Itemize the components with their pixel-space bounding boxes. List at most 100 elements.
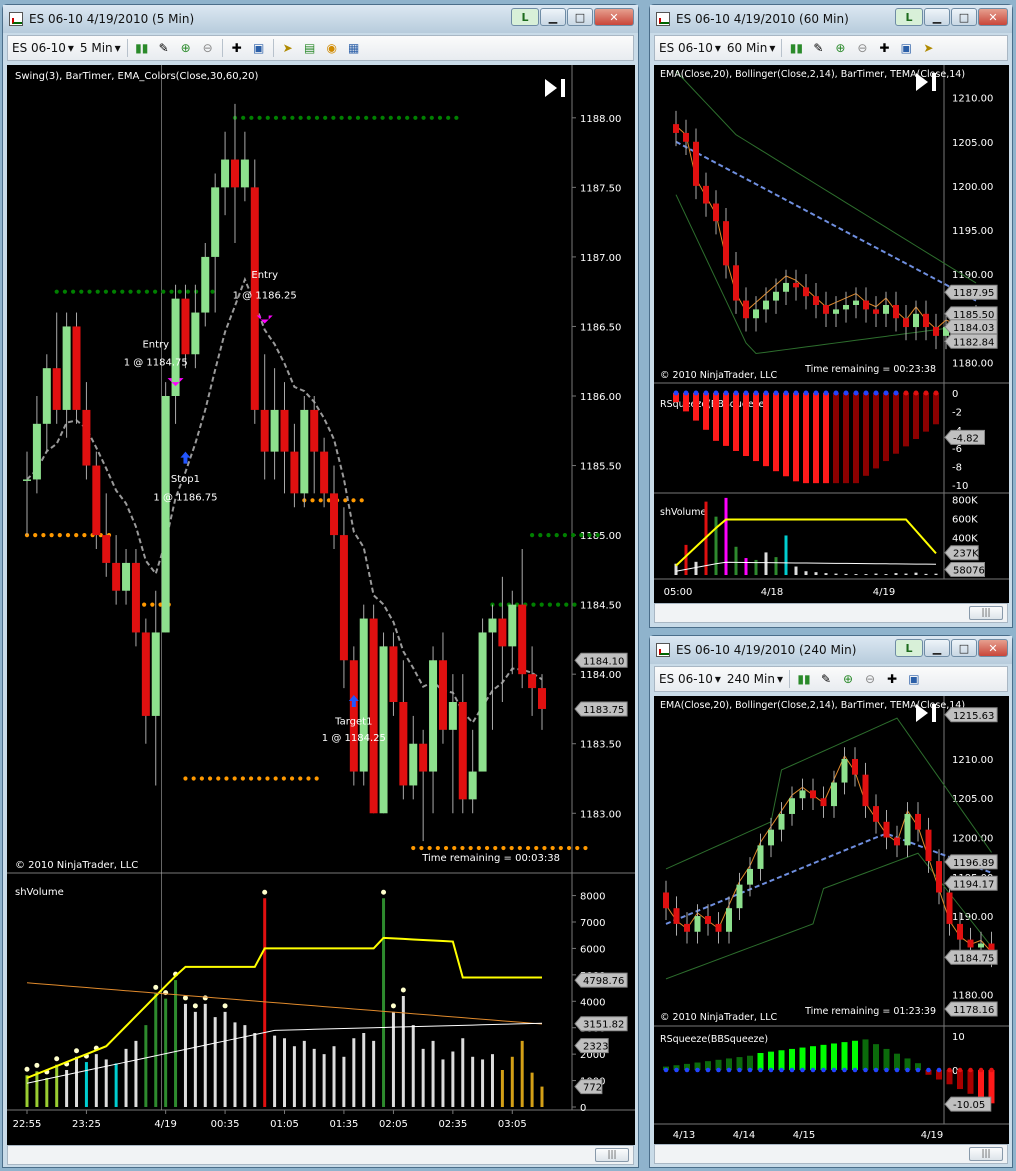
scrollbar-thumb[interactable]: |||	[595, 1148, 629, 1162]
chart-window-60min: ES 06-10 4/19/2010 (60 Min) L ▁ □ ✕ ES 0…	[649, 4, 1013, 628]
minimize-icon[interactable]: ▁	[924, 8, 950, 26]
time-remaining-label: Time remaining = 01:23:39	[804, 1006, 936, 1017]
title-bar[interactable]: ES 06-10 4/19/2010 (5 Min) L ▁ □ ✕	[3, 5, 638, 33]
indicator-icon[interactable]: ▤	[302, 40, 318, 56]
zoom-in-icon[interactable]: ⊕	[832, 40, 848, 56]
price-tag: 1184.75	[944, 949, 998, 965]
minimize-icon[interactable]: ▁	[540, 8, 566, 26]
scrollbar-thumb[interactable]: |||	[969, 1147, 1003, 1161]
x-tick-label: 00:35	[211, 1119, 240, 1130]
crosshair-icon[interactable]: ✚	[884, 671, 900, 687]
candle-body	[915, 813, 921, 830]
swing-dot	[538, 532, 543, 538]
interval-selector[interactable]: 240 Min ▾	[727, 672, 783, 686]
bar-style-icon[interactable]: ▮▮	[788, 40, 804, 56]
candle-body	[191, 312, 200, 355]
volume-spike-dot	[390, 1003, 396, 1009]
swing-dot	[103, 289, 109, 294]
link-button[interactable]: L	[895, 8, 923, 26]
candle-body	[743, 300, 749, 319]
properties-icon[interactable]: ▣	[906, 671, 922, 687]
orders-icon[interactable]: ◉	[324, 40, 340, 56]
maximize-icon[interactable]: □	[951, 639, 977, 657]
instrument-selector[interactable]: ES 06-10 ▾	[659, 41, 721, 55]
maximize-icon[interactable]: □	[567, 8, 593, 26]
price-squeeze-volume-chart[interactable]: 1210.001205.001200.001195.001190.001185.…	[654, 65, 1009, 603]
candle-body	[72, 326, 81, 410]
candle-body	[684, 923, 690, 932]
price-squeeze-chart[interactable]: 1210.001205.001200.001195.001190.001185.…	[654, 696, 1009, 1144]
chart-canvas[interactable]: 1188.00 1187.50 1187.00 1186.50 1186.00 1185.…	[7, 65, 635, 1145]
price-tag-text: 1196.89	[953, 858, 994, 869]
crosshair-icon[interactable]: ✚	[229, 40, 245, 56]
price-tag: 1194.17	[944, 875, 998, 891]
candle-body	[161, 396, 170, 633]
zoom-out-icon[interactable]: ⊖	[200, 40, 216, 56]
volume-tick-label: 4000	[580, 997, 605, 1008]
squeeze-tick-label: -6	[952, 444, 962, 455]
title-bar[interactable]: ES 06-10 4/19/2010 (240 Min) L ▁ □ ✕	[650, 636, 1012, 664]
swing-dot	[562, 532, 567, 538]
swing-dot	[120, 289, 125, 294]
price-tag-text: 1215.63	[953, 711, 994, 722]
squeeze-dot	[873, 390, 879, 396]
swing-dot	[427, 845, 432, 851]
squeeze-dot	[763, 390, 769, 396]
candle-body	[703, 185, 709, 204]
bar-style-icon[interactable]: ▮▮	[134, 40, 150, 56]
instrument-selector[interactable]: ES 06-10 ▾	[659, 672, 721, 686]
chart-canvas[interactable]: 1210.001205.001200.001195.001190.001185.…	[654, 65, 1009, 603]
candle-body	[260, 409, 269, 452]
strategy-icon[interactable]: ➤	[920, 40, 936, 56]
interval-selector[interactable]: 5 Min ▾	[80, 41, 121, 55]
horizontal-scrollbar[interactable]: |||	[654, 1144, 1008, 1164]
price-volume-chart[interactable]: 1188.00 1187.50 1187.00 1186.50 1186.00 1185.…	[7, 65, 635, 1145]
drawing-tool-icon[interactable]: ✎	[810, 40, 826, 56]
chevron-down-icon: ▾	[714, 41, 721, 55]
drawing-tool-icon[interactable]: ✎	[818, 671, 834, 687]
y-tick-label: 1180.00	[952, 991, 993, 1002]
zoom-in-icon[interactable]: ⊕	[178, 40, 194, 56]
close-icon[interactable]: ✕	[978, 8, 1008, 26]
squeeze-dot	[957, 1067, 963, 1073]
swing-dot	[71, 289, 76, 294]
indicators-label: Swing(3), BarTimer, EMA_Colors(Close,30,…	[15, 71, 259, 82]
squeeze-dot	[810, 1067, 816, 1073]
swing-dot	[435, 845, 440, 851]
drawing-tool-icon[interactable]: ✎	[156, 40, 172, 56]
swing-dot	[161, 289, 166, 294]
swing-dot	[241, 115, 246, 120]
swing-dot	[564, 602, 569, 607]
candle-body	[753, 309, 759, 319]
candle-body	[863, 300, 869, 310]
zoom-out-icon[interactable]: ⊖	[862, 671, 878, 687]
chart-canvas[interactable]: 1210.001205.001200.001195.001190.001185.…	[654, 696, 1009, 1144]
swing-dot	[460, 845, 465, 851]
instrument-label: ES 06-10	[659, 672, 713, 686]
properties-icon[interactable]: ▣	[251, 40, 267, 56]
properties-icon[interactable]: ▣	[898, 40, 914, 56]
target-price-label: 1 @ 1184.25	[322, 733, 386, 744]
bar-style-icon[interactable]: ▮▮	[796, 671, 812, 687]
scrollbar-thumb[interactable]: |||	[969, 606, 1003, 620]
zoom-out-icon[interactable]: ⊖	[854, 40, 870, 56]
zoom-in-icon[interactable]: ⊕	[840, 671, 856, 687]
interval-selector[interactable]: 60 Min ▾	[727, 41, 775, 55]
data-box-icon[interactable]: ▦	[346, 40, 362, 56]
swing-dot	[49, 532, 54, 538]
close-icon[interactable]: ✕	[594, 8, 634, 26]
link-button[interactable]: L	[511, 8, 539, 26]
title-bar[interactable]: ES 06-10 4/19/2010 (60 Min) L ▁ □ ✕	[650, 5, 1012, 33]
volume-value-tag-text: 4798.76	[583, 976, 624, 987]
link-button[interactable]: L	[895, 639, 923, 657]
close-icon[interactable]: ✕	[978, 639, 1008, 657]
crosshair-icon[interactable]: ✚	[876, 40, 892, 56]
volume-value-tag: 58076	[944, 562, 985, 578]
squeeze-dot	[833, 390, 839, 396]
maximize-icon[interactable]: □	[951, 8, 977, 26]
horizontal-scrollbar[interactable]: |||	[7, 1145, 634, 1165]
strategy-icon[interactable]: ➤	[280, 40, 296, 56]
minimize-icon[interactable]: ▁	[924, 639, 950, 657]
instrument-selector[interactable]: ES 06-10 ▾	[12, 41, 74, 55]
horizontal-scrollbar[interactable]: |||	[654, 603, 1008, 623]
